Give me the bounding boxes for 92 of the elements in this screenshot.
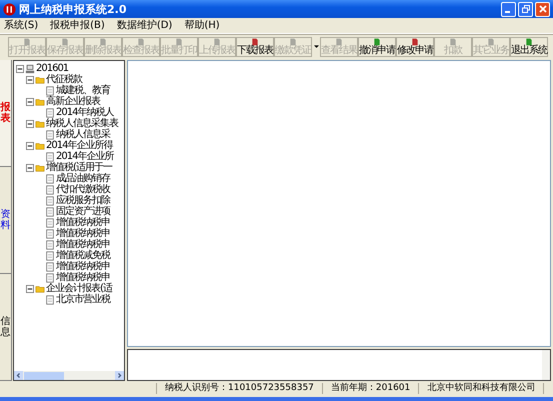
status-text: 当前年期：201601 bbox=[322, 383, 420, 394]
collapse-icon[interactable] bbox=[26, 120, 34, 128]
folder-icon bbox=[35, 162, 45, 172]
menu-item[interactable]: 数据维护(D) bbox=[116, 19, 172, 32]
minimize-icon bbox=[505, 11, 510, 13]
page-icon bbox=[23, 38, 31, 46]
page-icon bbox=[137, 38, 145, 46]
collapse-icon[interactable] bbox=[26, 164, 34, 172]
close-button[interactable] bbox=[535, 2, 550, 16]
folder-icon bbox=[35, 118, 45, 128]
document-icon bbox=[45, 196, 55, 206]
scroll-left-icon[interactable] bbox=[14, 371, 23, 380]
side-tab[interactable]: 资料 bbox=[0, 167, 11, 274]
computer-icon bbox=[25, 64, 35, 74]
restore-icon bbox=[520, 4, 530, 14]
tree-item[interactable]: 北京市营业税 bbox=[56, 294, 110, 305]
tree-item[interactable]: 成品油购销存 bbox=[56, 173, 110, 184]
toolbar-button[interactable]: 撤消申请 bbox=[358, 37, 396, 57]
folder-icon bbox=[35, 284, 45, 294]
collapse-icon[interactable] bbox=[26, 284, 34, 292]
tree-item[interactable]: 代扣代缴税收 bbox=[56, 184, 110, 195]
toolbar-button[interactable]: 退出系统 bbox=[510, 37, 548, 57]
side-tab[interactable]: 信息 bbox=[0, 274, 11, 381]
collapse-icon[interactable] bbox=[26, 142, 34, 150]
horizontal-scrollbar[interactable] bbox=[14, 371, 124, 380]
tree-item[interactable]: 2014年企业所得 bbox=[46, 140, 112, 151]
tree-item[interactable]: 纳税人信息采集表 bbox=[46, 118, 118, 129]
page-icon bbox=[487, 38, 495, 46]
toolbar-button[interactable]: 下载报表 bbox=[236, 37, 274, 57]
page-icon bbox=[335, 38, 343, 46]
menu-item[interactable]: 帮助(H) bbox=[184, 19, 220, 32]
menu-item[interactable]: 系统(S) bbox=[4, 19, 38, 32]
document-icon bbox=[45, 294, 55, 304]
document-icon bbox=[45, 218, 55, 228]
tree-item[interactable]: 增值税纳税申 bbox=[56, 228, 110, 239]
tree-item[interactable]: 增值税纳税申 bbox=[56, 217, 110, 228]
page-icon bbox=[411, 38, 419, 46]
tree-item[interactable]: 纳税人信息采 bbox=[56, 129, 110, 140]
tree-item[interactable]: 增值税(适用于一 bbox=[46, 162, 112, 173]
page-icon bbox=[251, 38, 259, 46]
tree-item[interactable]: 城建税、教育 bbox=[56, 85, 110, 96]
tree-item[interactable]: 增值税纳税申 bbox=[56, 239, 110, 250]
status-text: 北京中软同和科技有限公司 bbox=[419, 383, 544, 394]
document-icon bbox=[45, 228, 55, 238]
page-icon bbox=[99, 38, 107, 46]
page-icon bbox=[213, 38, 221, 46]
folder-icon bbox=[35, 74, 45, 84]
tree-item[interactable]: 增值税减免税 bbox=[56, 250, 110, 261]
app-logo-icon bbox=[3, 2, 16, 16]
menu-item[interactable]: 报税申报(B) bbox=[50, 19, 105, 32]
window-title: 网上纳税申报系统2.0 bbox=[19, 2, 128, 16]
tree-item[interactable]: 应税服务扣除 bbox=[56, 195, 110, 206]
document-icon bbox=[45, 262, 55, 272]
page-icon bbox=[289, 38, 297, 46]
page-icon bbox=[175, 38, 183, 46]
restore-button[interactable] bbox=[518, 2, 533, 16]
document-icon bbox=[45, 86, 55, 96]
tree-item[interactable]: 增值税纳税申 bbox=[56, 272, 110, 283]
vertical-scrollbar[interactable] bbox=[542, 350, 550, 380]
collapse-icon[interactable] bbox=[26, 98, 34, 106]
tree-item[interactable]: 企业会计报表(适 bbox=[46, 283, 112, 294]
tree-item[interactable]: 增值税纳税申 bbox=[56, 261, 110, 272]
page-icon bbox=[373, 38, 381, 46]
toolbar-button[interactable]: 修改申请 bbox=[396, 37, 434, 57]
document-icon bbox=[45, 184, 55, 194]
document-icon bbox=[45, 272, 55, 282]
document-icon bbox=[45, 108, 55, 118]
document-icon bbox=[45, 240, 55, 250]
document-icon bbox=[45, 174, 55, 184]
collapse-icon[interactable] bbox=[16, 64, 24, 72]
page-icon bbox=[525, 38, 533, 46]
caret-icon bbox=[314, 45, 318, 49]
tree-item[interactable]: 固定资产进项 bbox=[56, 206, 110, 217]
minimize-button[interactable] bbox=[501, 2, 516, 16]
document-icon bbox=[45, 250, 55, 260]
tree-item[interactable]: 201601 bbox=[36, 63, 68, 74]
document-icon bbox=[45, 206, 55, 216]
close-icon bbox=[538, 4, 548, 14]
folder-icon bbox=[35, 96, 45, 106]
tree-item[interactable]: 2014年纳税人 bbox=[56, 107, 114, 118]
status-text: 纳税人识别号：110105723558357 bbox=[157, 383, 323, 394]
folder-icon bbox=[35, 140, 45, 150]
page-icon bbox=[61, 38, 69, 46]
document-icon bbox=[45, 152, 55, 162]
tree-item[interactable]: 2014年企业所 bbox=[56, 151, 114, 162]
tree-item[interactable]: 代征税款 bbox=[46, 74, 82, 85]
side-tab[interactable]: 报表 bbox=[0, 60, 11, 167]
document-icon bbox=[45, 130, 55, 140]
page-icon bbox=[449, 38, 457, 46]
tree-item[interactable]: 高新企业报表 bbox=[46, 96, 100, 107]
scroll-right-icon[interactable] bbox=[115, 371, 124, 380]
collapse-icon[interactable] bbox=[26, 76, 34, 84]
